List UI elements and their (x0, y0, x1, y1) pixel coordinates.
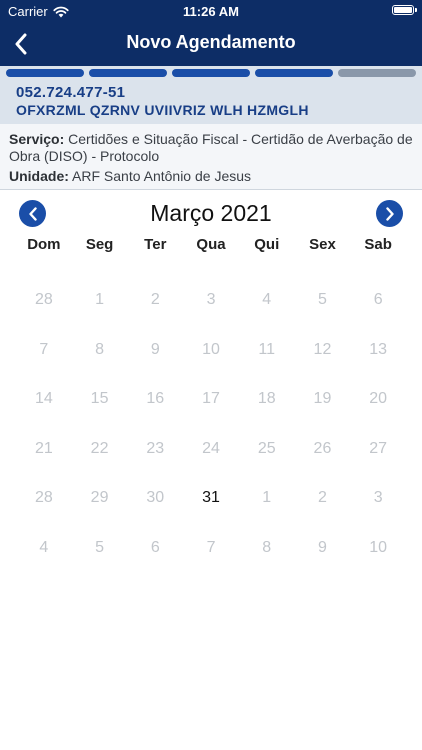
calendar-week: 4 5 6 7 8 9 10 (16, 536, 406, 586)
progress-step-complete (89, 69, 167, 77)
next-month-button[interactable] (376, 200, 403, 227)
unit-value: ARF Santo Antônio de Jesus (72, 168, 252, 184)
battery-icon (392, 5, 417, 15)
calendar-day-disabled: 7 (39, 340, 49, 358)
calendar-day-disabled: 29 (90, 489, 109, 506)
calendar-day-disabled: 10 (369, 538, 388, 556)
status-bar: Carrier 11:26 AM (0, 0, 422, 22)
calendar-day-disabled: 3 (373, 489, 383, 506)
calendar-day-disabled: 20 (369, 390, 388, 407)
status-time: 11:26 AM (183, 4, 239, 19)
weekday-header: Dom Seg Ter Qua Qui Sex Sab (16, 236, 406, 256)
service-row: Serviço: Certidões e Situação Fiscal - C… (9, 131, 413, 165)
calendar-day-disabled: 1 (95, 291, 105, 308)
calendar-week: 21 22 23 24 25 26 27 (16, 437, 406, 487)
calendar-day-disabled: 9 (318, 538, 327, 556)
unit-label: Unidade: (9, 168, 69, 184)
calendar-day-disabled: 2 (150, 291, 160, 308)
calendar-week: 28 29 30 31 1 2 3 (16, 486, 406, 536)
calendar-day-disabled: 8 (95, 340, 105, 358)
user-cpf: 052.724.477-51 (16, 84, 126, 101)
calendar-grid: 28 1 2 3 4 5 6 7 8 9 10 11 12 13 14 15 16 17 18 19 20 21 22 23 2… (16, 288, 406, 585)
calendar-day-disabled: 5 (95, 538, 105, 556)
calendar-day-disabled: 22 (90, 439, 109, 457)
calendar-day-disabled: 24 (202, 439, 220, 457)
calendar-day-disabled: 4 (262, 291, 272, 308)
calendar-day-disabled: 23 (146, 439, 165, 457)
weekday-label: Sex (309, 236, 336, 253)
service-value: Certidões e Situação Fiscal - Certidão d… (9, 131, 413, 164)
calendar-day-disabled: 16 (146, 390, 165, 407)
calendar-day-disabled: 28 (34, 489, 53, 506)
calendar-day-disabled: 11 (258, 340, 276, 358)
weekday-label: Sab (364, 236, 392, 253)
weekday-label: Qui (254, 236, 280, 253)
calendar-week: 28 1 2 3 4 5 6 (16, 288, 406, 338)
calendar-day-disabled: 25 (257, 439, 276, 457)
progress-step-complete (6, 69, 84, 77)
step-progress-bar (0, 66, 422, 80)
calendar-day-disabled: 15 (90, 390, 109, 407)
weekday-label: Ter (144, 236, 167, 253)
calendar-day-disabled: 18 (257, 390, 276, 407)
calendar-day-disabled: 13 (369, 340, 388, 358)
calendar-day-disabled: 1 (262, 489, 272, 506)
calendar-day-disabled: 21 (34, 439, 53, 457)
calendar-day-disabled: 8 (262, 538, 272, 556)
calendar-day-disabled: 6 (373, 291, 383, 308)
unit-row: Unidade: ARF Santo Antônio de Jesus (9, 168, 413, 185)
progress-step-complete (172, 69, 250, 77)
user-info: 052.724.477-51 OFXRZML QZRNV UVIIVRIZ WL… (0, 80, 422, 124)
calendar-week: 7 8 9 10 11 12 13 (16, 338, 406, 388)
calendar-day-disabled: 27 (369, 439, 388, 457)
calendar-week: 14 15 16 17 18 19 20 (16, 387, 406, 437)
user-name: OFXRZML QZRNV UVIIVRIZ WLH HZMGLH (16, 102, 309, 118)
calendar-day-disabled: 12 (313, 340, 332, 358)
progress-step-complete (255, 69, 333, 77)
weekday-label: Dom (27, 236, 61, 253)
calendar-day-disabled: 2 (318, 489, 327, 506)
calendar-day-disabled: 30 (146, 489, 165, 506)
calendar-day-disabled: 14 (34, 390, 53, 407)
calendar-day-disabled: 10 (202, 340, 220, 358)
calendar-day-disabled: 3 (206, 291, 216, 308)
calendar-day-available[interactable]: 31 (183, 486, 239, 536)
weekday-label: Qua (196, 236, 226, 253)
chevron-right-icon (385, 206, 394, 221)
calendar-day-disabled: 6 (150, 538, 160, 556)
progress-step-pending (338, 69, 416, 77)
service-info: Serviço: Certidões e Situação Fiscal - C… (0, 124, 422, 190)
month-title: Março 2021 (150, 200, 272, 226)
calendar-day-disabled: 19 (313, 390, 332, 407)
app-header: Carrier 11:26 AM Novo Agendamento (0, 0, 422, 66)
calendar-day-disabled: 17 (202, 390, 220, 407)
page-title: Novo Agendamento (126, 32, 296, 52)
calendar-day-disabled: 9 (150, 340, 160, 358)
service-label: Serviço: (9, 131, 65, 147)
calendar-header: Março 2021 (0, 198, 422, 230)
calendar-day-disabled: 5 (318, 291, 327, 308)
calendar-day-disabled: 26 (313, 439, 332, 457)
navigation-bar: Novo Agendamento (0, 24, 422, 64)
calendar-day-disabled: 4 (39, 538, 49, 556)
calendar-day-disabled: 28 (34, 291, 53, 308)
calendar-day-disabled: 7 (206, 538, 216, 556)
weekday-label: Seg (85, 236, 114, 253)
